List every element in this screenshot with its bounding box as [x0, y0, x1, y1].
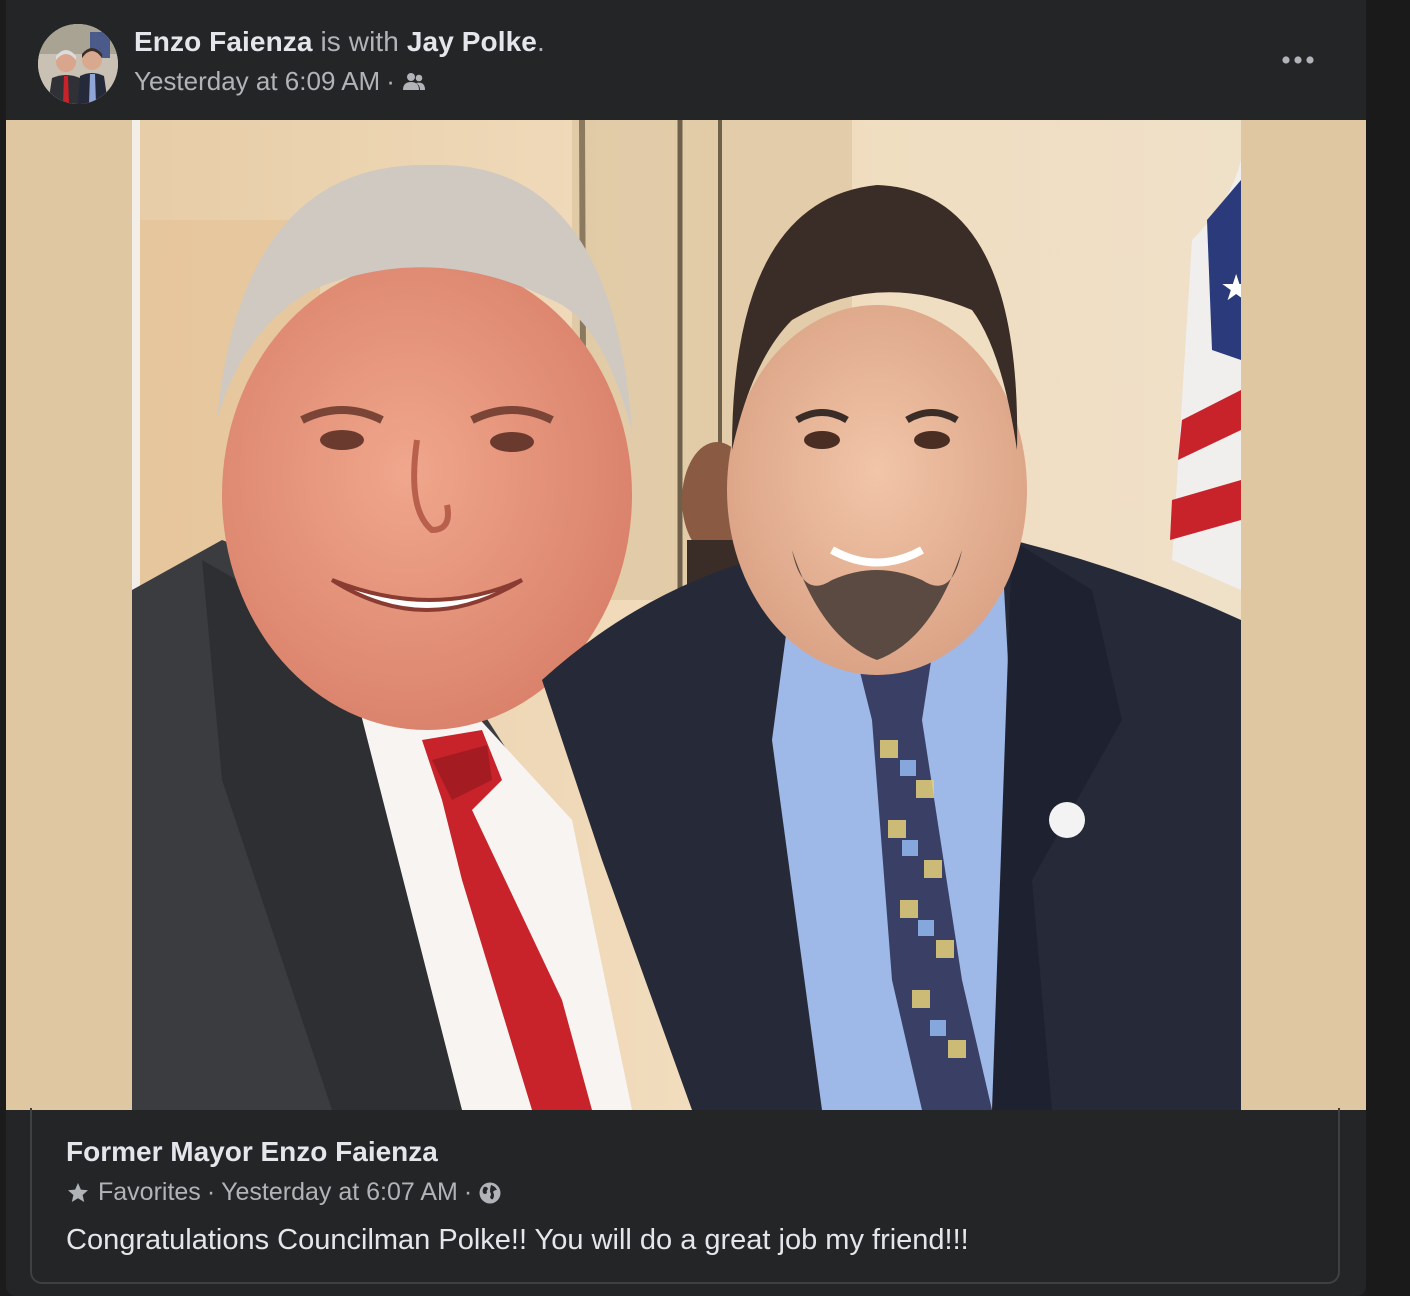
friends-icon[interactable] [401, 69, 427, 95]
period-text: . [536, 26, 545, 57]
favorites-label[interactable]: Favorites [98, 1178, 201, 1207]
post-author-line: Enzo Faienza is with Jay Polke. [134, 26, 545, 58]
more-options-icon [1282, 56, 1314, 64]
meta-separator: · [206, 1178, 216, 1206]
photo-illustration: ★ [132, 120, 1241, 1110]
post-photo-container[interactable]: ★ [6, 120, 1366, 1110]
post-meta: Yesterday at 6:09 AM · [134, 66, 427, 97]
shared-timestamp-link[interactable]: Yesterday at 6:07 AM [221, 1178, 458, 1207]
svg-text:★: ★ [1220, 268, 1241, 309]
post-timestamp-link[interactable]: Yesterday at 6:09 AM [134, 66, 380, 97]
post-card: Enzo Faienza is with Jay Polke. Yesterda… [6, 0, 1366, 1296]
author-name-link[interactable]: Enzo Faienza [134, 26, 313, 57]
shared-post[interactable]: Former Mayor Enzo Faienza Favorites · Ye… [30, 1108, 1340, 1284]
page-background [1366, 0, 1410, 1296]
globe-icon[interactable] [478, 1181, 502, 1205]
tagged-name-link[interactable]: Jay Polke [407, 26, 537, 57]
with-text: is with [320, 26, 399, 57]
shared-post-text: Congratulations Councilman Polke!! You w… [66, 1224, 969, 1256]
shared-author-link[interactable]: Former Mayor Enzo Faienza [66, 1136, 438, 1168]
avatar-photo [38, 24, 118, 104]
meta-separator: · [463, 1178, 473, 1206]
more-options-button[interactable] [1274, 40, 1322, 80]
author-avatar[interactable] [38, 24, 118, 104]
shared-post-meta: Favorites · Yesterday at 6:07 AM · [66, 1178, 502, 1207]
star-icon [66, 1181, 90, 1205]
post-header: Enzo Faienza is with Jay Polke. Yesterda… [6, 0, 1366, 120]
post-photo[interactable]: ★ [132, 120, 1241, 1110]
meta-separator: · [386, 66, 395, 96]
